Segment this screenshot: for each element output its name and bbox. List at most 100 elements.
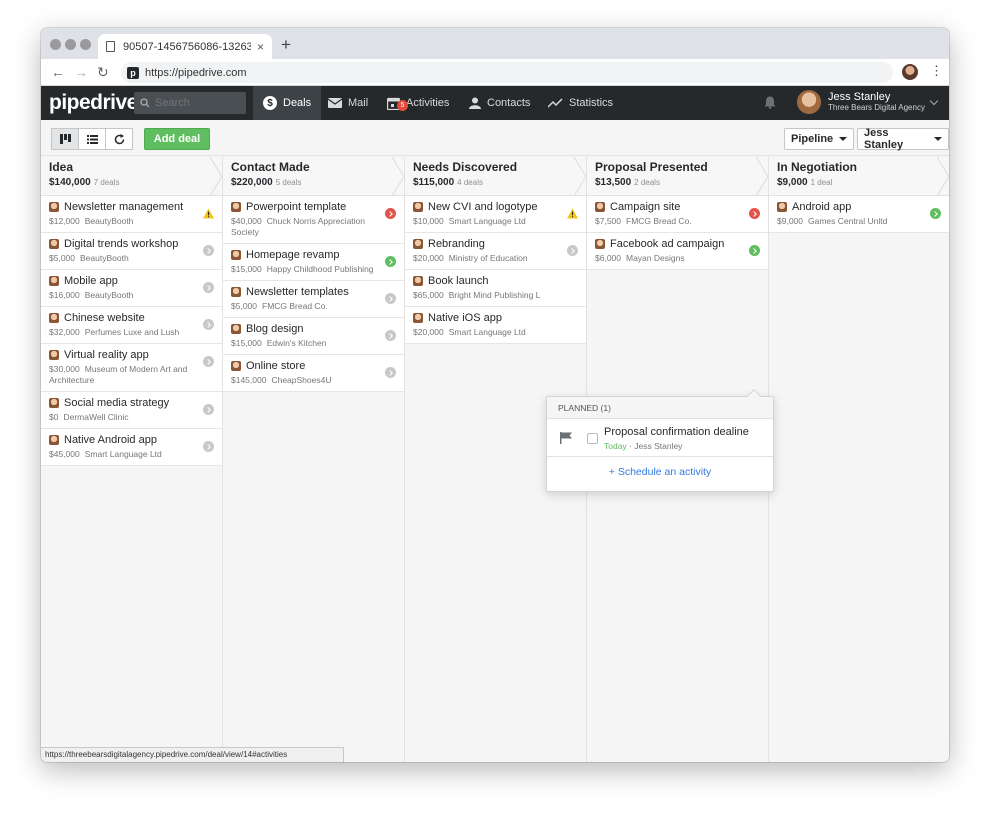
- stage-header[interactable]: Proposal Presented $13,500 2 deals: [587, 157, 769, 196]
- back-arrow-icon[interactable]: ←: [51, 64, 65, 80]
- deal-title: Powerpoint template: [246, 201, 347, 213]
- no-activity-icon[interactable]: [567, 245, 578, 256]
- pipeline-dropdown[interactable]: Pipeline: [784, 128, 855, 150]
- chevron-down-icon[interactable]: [929, 96, 939, 106]
- nav-activities[interactable]: 5 Activities: [387, 86, 449, 120]
- schedule-activity-link[interactable]: + Schedule an activity: [547, 457, 773, 478]
- profile-avatar[interactable]: [902, 64, 918, 80]
- deal-card[interactable]: Chinese website $32,000 Perfumes Luxe and…: [41, 307, 222, 344]
- nav-statistics[interactable]: Statistics: [548, 86, 613, 120]
- add-deal-button[interactable]: Add deal: [144, 128, 210, 150]
- deal-card[interactable]: Native iOS app $20,000 Smart Language Ltd: [405, 307, 586, 344]
- deal-card[interactable]: Newsletter templates $5,000 FMCG Bread Co…: [223, 281, 404, 318]
- no-activity-icon[interactable]: [203, 319, 214, 330]
- owner-avatar: [231, 250, 241, 260]
- tab-close-icon[interactable]: ×: [257, 40, 264, 54]
- owner-avatar: [595, 239, 605, 249]
- stage-header[interactable]: Contact Made $220,000 5 deals: [223, 157, 405, 196]
- search-input[interactable]: [155, 97, 235, 109]
- deal-card[interactable]: Online store $145,000 CheapShoes4U: [223, 355, 404, 392]
- deal-card[interactable]: Campaign site $7,500 FMCG Bread Co.: [587, 196, 768, 233]
- deal-card[interactable]: Virtual reality app $30,000 Museum of Mod…: [41, 344, 222, 392]
- pipeline-view-button[interactable]: [51, 128, 79, 150]
- user-menu[interactable]: Jess Stanley Three Bears Digital Agency: [797, 90, 925, 114]
- no-activity-icon[interactable]: [203, 441, 214, 452]
- deal-title: Social media strategy: [64, 397, 170, 409]
- planned-activity-icon[interactable]: [385, 256, 396, 267]
- deal-card[interactable]: Powerpoint template $40,000 Chuck Norris …: [223, 196, 404, 244]
- owner-avatar: [49, 276, 59, 286]
- nav-activities-label: Activities: [406, 97, 450, 109]
- no-activity-icon[interactable]: [385, 367, 396, 378]
- deal-card[interactable]: Native Android app $45,000 Smart Language…: [41, 429, 222, 466]
- no-activity-icon[interactable]: [203, 245, 214, 256]
- owner-avatar: [49, 398, 59, 408]
- search-icon: [140, 98, 150, 108]
- overdue-activity-icon[interactable]: [749, 208, 760, 219]
- browser-tab[interactable]: 90507-1456756086-1326325 ×: [98, 34, 272, 59]
- owner-avatar: [49, 313, 59, 323]
- no-activity-icon[interactable]: [385, 293, 396, 304]
- owner-avatar: [413, 313, 423, 323]
- menu-kebab-icon[interactable]: ⋮: [930, 63, 943, 79]
- forward-arrow-icon[interactable]: →: [74, 64, 88, 80]
- owner-avatar: [413, 239, 423, 249]
- stage-header[interactable]: In Negotiation $9,000 1 deal: [769, 157, 949, 196]
- no-activity-icon[interactable]: [385, 330, 396, 341]
- deal-value: $0: [49, 412, 59, 422]
- bell-icon[interactable]: [764, 96, 776, 114]
- deal-card[interactable]: Blog design $15,000 Edwin's Kitchen: [223, 318, 404, 355]
- deal-card[interactable]: Mobile app $16,000 BeautyBooth: [41, 270, 222, 307]
- stage-summary: $220,000 5 deals: [231, 177, 302, 188]
- deal-card[interactable]: Homepage revamp $15,000 Happy Childhood P…: [223, 244, 404, 281]
- deal-value: $145,000: [231, 375, 267, 385]
- deal-value: $16,000: [49, 290, 80, 300]
- url-field[interactable]: p https://pipedrive.com: [121, 62, 893, 83]
- deal-org: Happy Childhood Publishing: [266, 264, 374, 274]
- owner-avatar: [231, 202, 241, 212]
- stage-header[interactable]: Needs Discovered $115,000 4 deals: [405, 157, 587, 196]
- reload-icon[interactable]: ↻: [97, 64, 109, 81]
- nav-contacts-label: Contacts: [487, 97, 531, 109]
- stage-header[interactable]: Idea $140,000 7 deals: [41, 157, 223, 196]
- stage-chevron-icon: [574, 157, 587, 196]
- nav-mail[interactable]: Mail: [328, 86, 368, 120]
- list-view-button[interactable]: [78, 128, 106, 150]
- no-activity-icon[interactable]: [203, 404, 214, 415]
- new-tab-button[interactable]: +: [281, 35, 291, 55]
- deal-card[interactable]: Digital trends workshop $5,000 BeautyBoot…: [41, 233, 222, 270]
- deal-card[interactable]: Social media strategy $0 DermaWell Clinic: [41, 392, 222, 429]
- deal-card[interactable]: New CVI and logotype $10,000 Smart Langua…: [405, 196, 586, 233]
- close-window-dot[interactable]: [50, 39, 61, 50]
- overdue-activity-icon[interactable]: [385, 208, 396, 219]
- activity-title[interactable]: Proposal confirmation dealine: [604, 426, 749, 438]
- deal-card[interactable]: Book launch $65,000 Bright Mind Publishin…: [405, 270, 586, 307]
- deal-card[interactable]: Android app $9,000 Games Central Unltd: [769, 196, 949, 233]
- warning-icon[interactable]: [203, 208, 214, 219]
- deal-card[interactable]: Facebook ad campaign $6,000 Mayan Designs: [587, 233, 768, 270]
- deal-org: BeautyBooth: [84, 216, 134, 226]
- forecast-view-button[interactable]: [105, 128, 133, 150]
- deal-org: CheapShoes4U: [271, 375, 332, 385]
- no-activity-icon[interactable]: [203, 282, 214, 293]
- activity-row[interactable]: Proposal confirmation dealine Today · Je…: [547, 419, 773, 457]
- nav-contacts[interactable]: Contacts: [469, 86, 530, 120]
- nav-deals[interactable]: $ Deals: [253, 86, 322, 120]
- minimize-window-dot[interactable]: [65, 39, 76, 50]
- search-box[interactable]: [134, 92, 246, 114]
- zoom-window-dot[interactable]: [80, 39, 91, 50]
- no-activity-icon[interactable]: [203, 356, 214, 367]
- planned-activity-icon[interactable]: [749, 245, 760, 256]
- pipedrive-logo[interactable]: pipedrive: [49, 91, 138, 115]
- deal-card[interactable]: Rebranding $20,000 Ministry of Education: [405, 233, 586, 270]
- deal-title: Campaign site: [610, 201, 681, 213]
- planned-activity-icon[interactable]: [930, 208, 941, 219]
- owner-dropdown[interactable]: Jess Stanley: [857, 127, 949, 151]
- nav-mail-label: Mail: [348, 97, 369, 109]
- owner-avatar: [413, 202, 423, 212]
- activity-done-checkbox[interactable]: [587, 433, 598, 444]
- activity-owner: · Jess Stanley: [626, 441, 683, 451]
- warning-icon[interactable]: [567, 208, 578, 219]
- stage-summary: $140,000 7 deals: [49, 177, 120, 188]
- deal-card[interactable]: Newsletter management $12,000 BeautyBooth: [41, 196, 222, 233]
